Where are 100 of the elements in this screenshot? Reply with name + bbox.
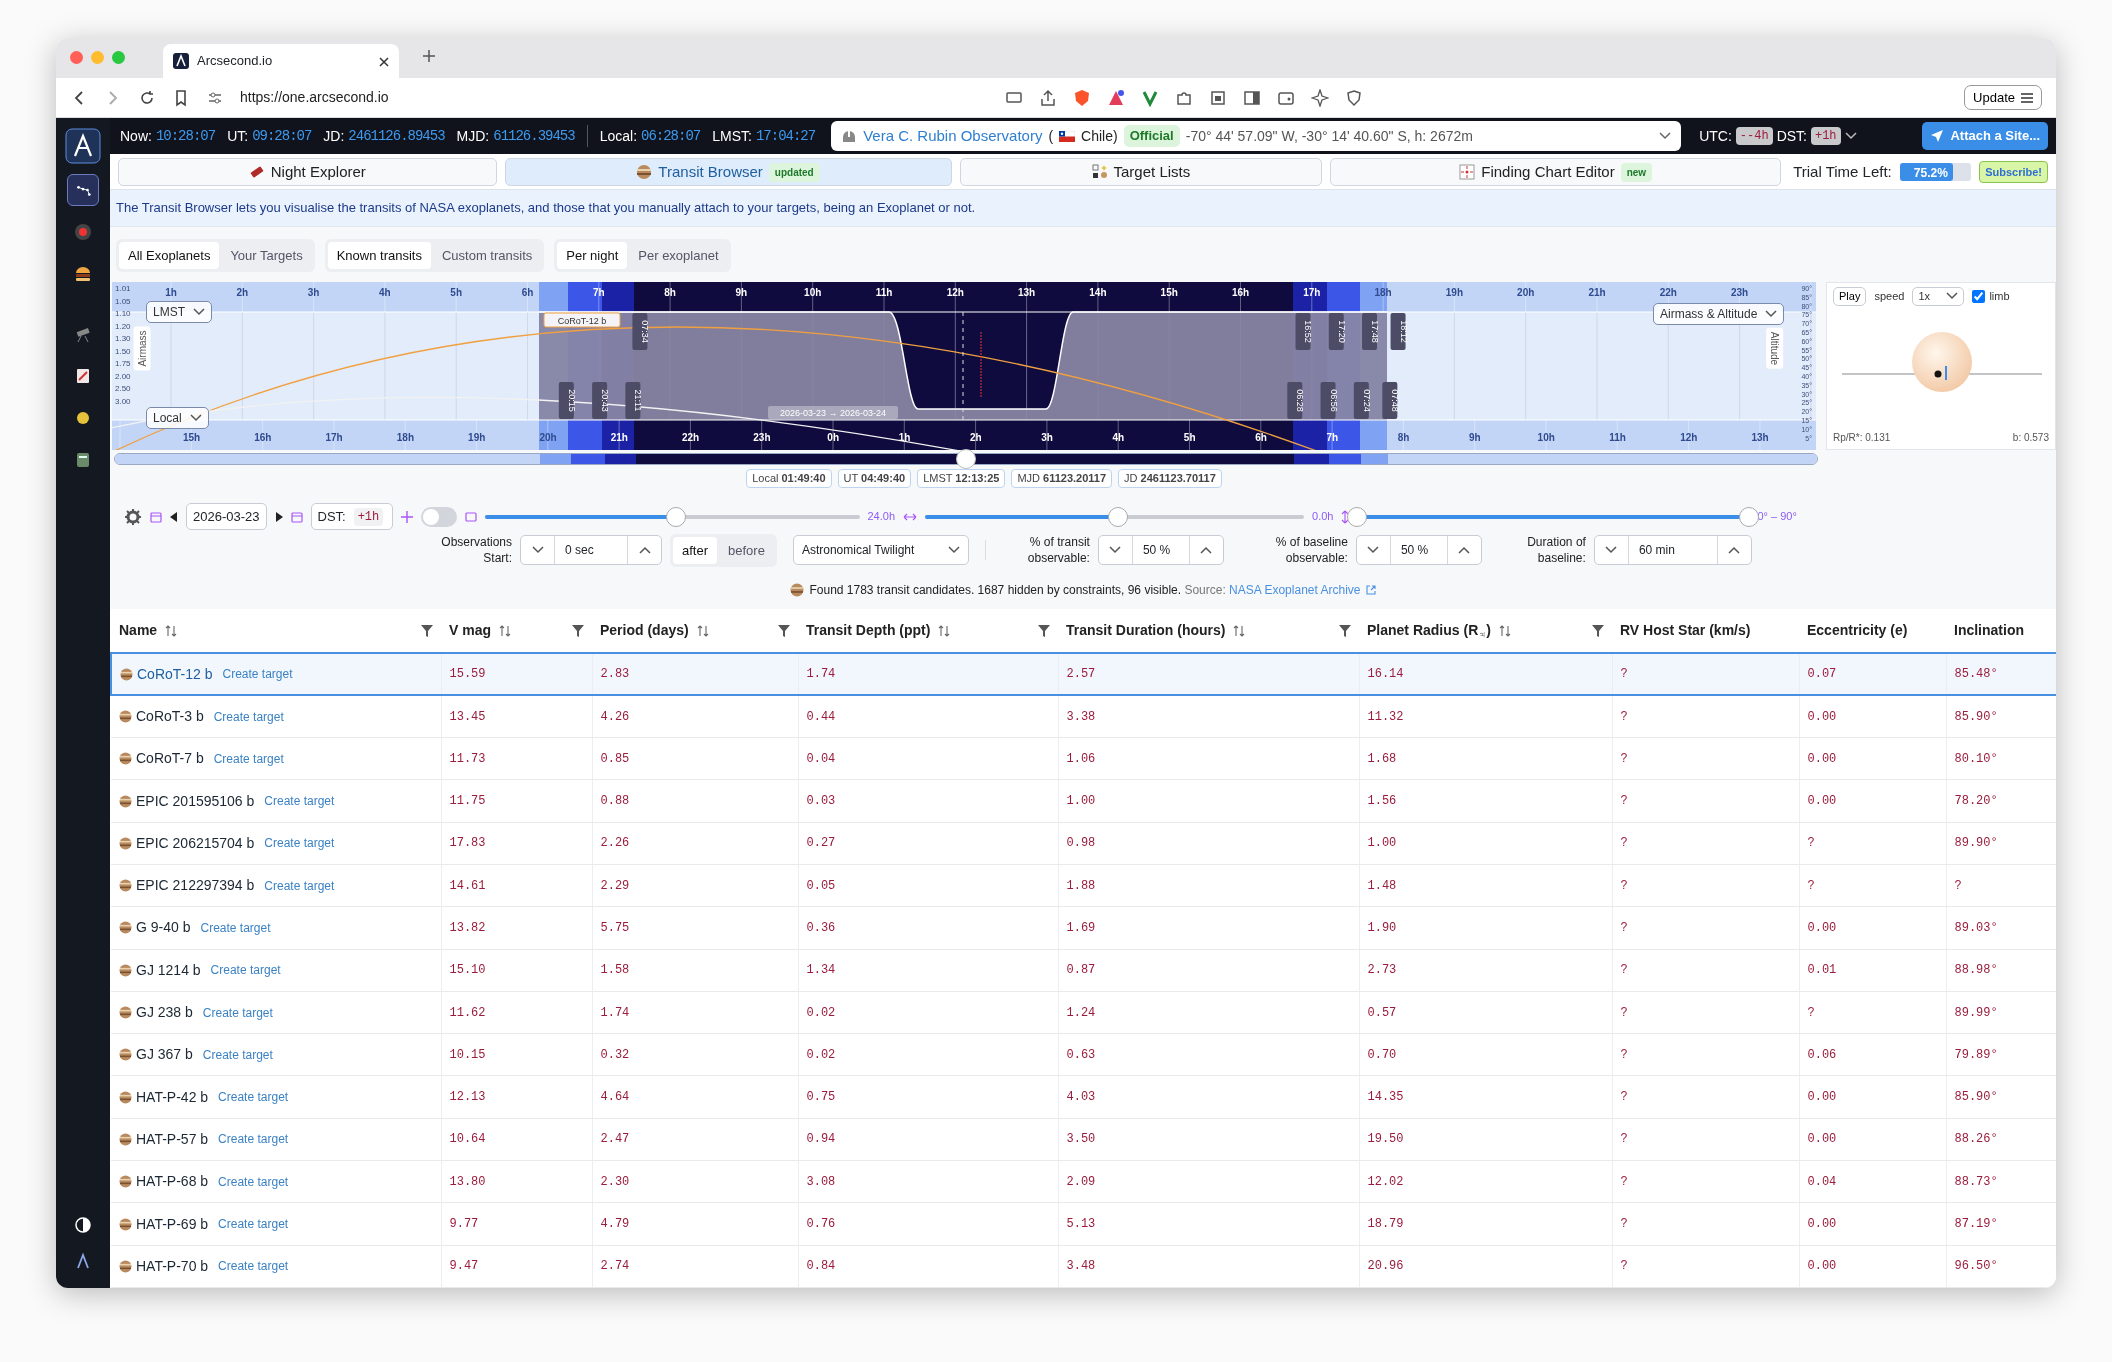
date-field[interactable]: 2026-03-23 [186, 502, 267, 531]
relation-option[interactable]: before [719, 536, 774, 564]
play-button[interactable]: Play [1833, 287, 1867, 306]
filter-tab[interactable]: Your Targets [221, 241, 312, 269]
create-target-link[interactable]: Create target [264, 834, 335, 853]
table-row[interactable]: EPIC 206215704 b Create target 17.83 2.26 0.27 0.98 1.00 ? ? 89.90° [111, 822, 2056, 865]
create-target-link[interactable]: Create target [218, 1215, 289, 1233]
time-axis-select[interactable]: Local [146, 407, 209, 429]
create-target-link[interactable]: Create target [213, 707, 284, 726]
calendar-icon[interactable] [150, 510, 162, 523]
nav-tab[interactable]: Target Lists [959, 158, 1323, 186]
slider-thumb[interactable] [1739, 506, 1760, 527]
create-target-link[interactable]: Create target [218, 1088, 289, 1107]
table-row[interactable]: EPIC 212297394 b Create target 14.61 2.29 0.05 1.88 1.48 ? ? ? [111, 864, 2056, 907]
create-target-link[interactable]: Create target [264, 876, 335, 895]
create-target-link[interactable]: Create target [202, 1045, 273, 1064]
column-header[interactable]: Eccentricity (e) [1807, 620, 1908, 641]
filter-tab[interactable]: All Exoplanets [119, 241, 220, 269]
shield-outline-icon[interactable] [1345, 88, 1364, 107]
table-row[interactable]: GJ 1214 b Create target 15.10 1.58 1.34 0.87 2.73 ? 0.01 88.98° [111, 949, 2056, 992]
filter-icon[interactable] [778, 625, 790, 638]
column-header[interactable]: RV Host Star (km/s) [1620, 620, 1751, 641]
create-target-link[interactable]: Create target [200, 918, 271, 937]
create-target-link[interactable]: Create target [210, 961, 281, 980]
plus-icon[interactable] [400, 510, 413, 523]
speed-select[interactable]: 1x [1912, 287, 1965, 306]
column-header[interactable]: V mag [449, 620, 491, 641]
scrubber-thumb[interactable] [956, 449, 976, 469]
calendar-icon[interactable] [290, 510, 303, 523]
create-target-link[interactable]: Create target [264, 792, 335, 811]
create-target-link[interactable]: Create target [218, 1130, 289, 1149]
arch-logo-icon[interactable] [74, 1252, 92, 1270]
table-row[interactable]: CoRoT-12 b Create target 15.59 2.83 1.74 2.57 16.14 ? 0.07 85.48° [111, 653, 2056, 696]
table-row[interactable]: CoRoT-3 b Create target 13.45 4.26 0.44 3.38 11.32 ? 0.00 85.90° [111, 695, 2056, 738]
browser-tab[interactable]: Arcsecond.io [163, 44, 399, 78]
table-row[interactable]: GJ 367 b Create target 10.15 0.32 0.02 0.63 0.70 ? 0.06 79.89° [111, 1033, 2056, 1076]
table-row[interactable]: CoRoT-7 b Create target 11.73 0.85 0.04 1.06 1.68 ? 0.00 80.10° [111, 737, 2056, 780]
filter-icon[interactable] [1592, 625, 1604, 638]
number-stepper[interactable]: 0 sec [520, 535, 662, 566]
column-header[interactable]: Transit Depth (ppt) [806, 620, 931, 641]
filter-icon[interactable] [572, 625, 584, 638]
filter-tab[interactable]: Custom transits [432, 241, 542, 269]
sparkle-icon[interactable] [1311, 88, 1330, 107]
sort-icon[interactable] [1498, 624, 1511, 637]
sort-icon[interactable] [696, 624, 709, 637]
time-axis-select[interactable]: LMST [146, 301, 212, 323]
table-row[interactable]: HAT-P-69 b Create target 9.77 4.79 0.76 5.13 18.79 ? 0.00 87.19° [111, 1202, 2056, 1246]
nav-tab[interactable]: Night Explorer [118, 158, 497, 186]
limb-checkbox[interactable] [1972, 289, 1986, 303]
slider-thumb[interactable] [1108, 506, 1129, 527]
create-target-link[interactable]: Create target [218, 1257, 289, 1276]
filter-icon[interactable] [1339, 625, 1351, 638]
column-header[interactable]: Period (days) [600, 620, 689, 641]
filter-icon[interactable] [421, 625, 433, 638]
update-button[interactable]: Update [1964, 84, 2042, 111]
plot-mode-select[interactable]: Airmass & Altitude [1653, 303, 1785, 325]
filter-tab[interactable]: Per exoplanet [629, 241, 728, 269]
arch-logo-icon[interactable] [65, 128, 101, 164]
nav-tab[interactable]: Transit Browser updated [504, 158, 952, 186]
sort-icon[interactable] [1233, 624, 1246, 637]
slider-thumb[interactable] [1347, 506, 1368, 527]
previous-day-icon[interactable] [170, 511, 178, 522]
sort-icon[interactable] [938, 624, 951, 637]
nav-tab[interactable]: Finding Chart Editor new [1330, 158, 1782, 186]
sidebar-item[interactable] [67, 174, 99, 206]
sidebar-icon[interactable] [1243, 88, 1262, 107]
shield-icon[interactable] [1073, 88, 1092, 107]
create-target-link[interactable]: Create target [213, 749, 284, 768]
column-header[interactable]: Name [119, 620, 158, 641]
column-header[interactable]: Planet Radius (R$_{♃}$) [1367, 620, 1491, 641]
reload-icon[interactable] [138, 88, 156, 107]
create-target-link[interactable]: Create target [222, 665, 293, 684]
external-link-icon[interactable] [1365, 585, 1376, 595]
column-header[interactable]: Inclination [1954, 620, 2024, 641]
table-row[interactable]: HAT-P-57 b Create target 10.64 2.47 0.94 3.50 19.50 ? 0.00 88.26° [111, 1118, 2056, 1161]
table-row[interactable]: HAT-P-68 b Create target 13.80 2.30 3.08 2.09 12.02 ? 0.04 88.73° [111, 1160, 2056, 1203]
sort-icon[interactable] [499, 624, 511, 637]
triangle-icon[interactable] [1107, 88, 1126, 107]
filter-tab[interactable]: Per night [557, 241, 628, 269]
url-field[interactable]: https://one.arcsecond.io [240, 87, 389, 108]
contrast-icon[interactable] [74, 1216, 92, 1234]
relation-option[interactable]: after [673, 536, 717, 564]
site-select[interactable]: Vera C. Rubin Observatory ( Chile) Official -70° 44' 57.09" W, -30° 14' 40.60" S, h: 2672m [831, 121, 1682, 151]
share-icon[interactable] [1039, 88, 1058, 107]
frame-icon[interactable] [1209, 88, 1228, 107]
twilight-select[interactable]: Astronomical Twilight [792, 535, 969, 566]
table-row[interactable]: GJ 238 b Create target 11.62 1.74 0.02 1.24 0.57 ? ? 89.99° [111, 991, 2056, 1034]
table-row[interactable]: HAT-P-42 b Create target 12.13 4.64 0.75 4.03 14.35 ? 0.00 85.90° [111, 1075, 2056, 1119]
filter-tab[interactable]: Known transits [327, 241, 431, 269]
dst-select[interactable]: DST: +1h [310, 502, 393, 531]
table-row[interactable]: G 9-40 b Create target 13.82 5.75 0.36 1.69 1.90 ? 0.00 89.03° [111, 906, 2056, 950]
slider-thumb[interactable] [665, 506, 686, 527]
gear-icon[interactable] [124, 507, 142, 526]
subscribe-button[interactable]: Subscribe! [1979, 160, 2048, 184]
table-row[interactable]: HAT-P-70 b Create target 9.47 2.74 0.84 3.48 20.96 ? 0.00 96.50° [111, 1245, 2056, 1288]
filter-icon[interactable] [1038, 625, 1050, 638]
create-target-link[interactable]: Create target [218, 1172, 289, 1191]
sort-icon[interactable] [165, 624, 178, 637]
column-header[interactable]: Transit Duration (hours) [1066, 620, 1226, 641]
table-row[interactable]: EPIC 201595106 b Create target 11.75 0.88 0.03 1.00 1.56 ? 0.00 78.20° [111, 779, 2056, 823]
